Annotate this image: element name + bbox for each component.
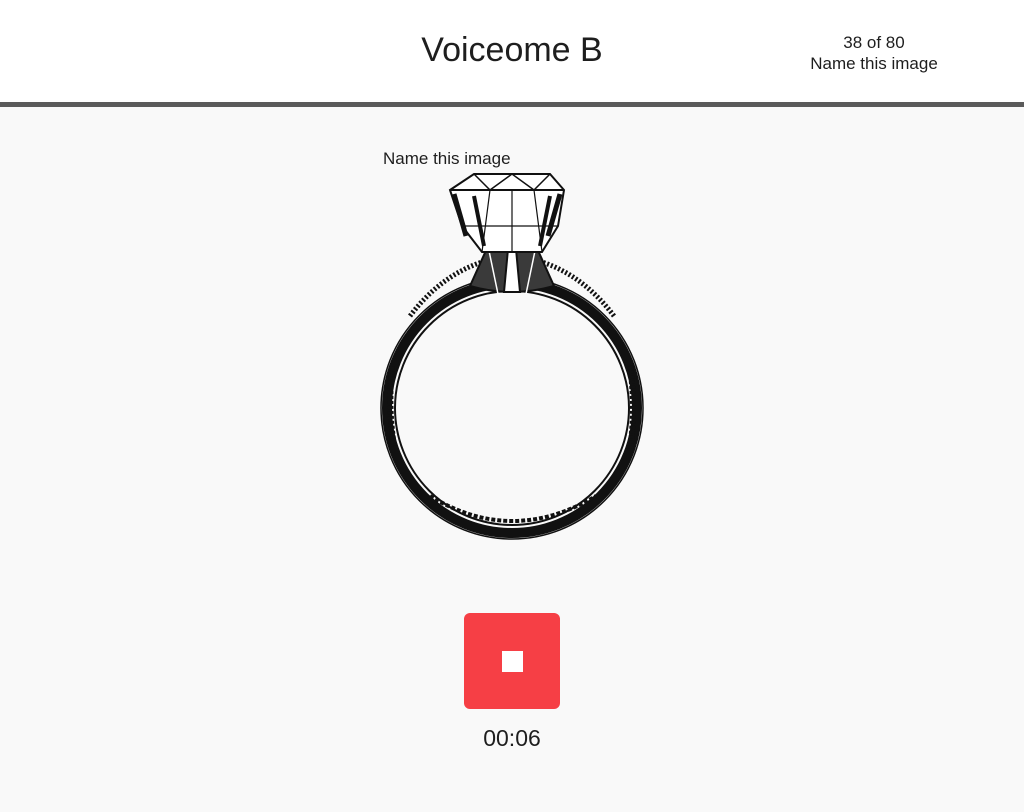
progress-indicator: 38 of 80 Name this image bbox=[794, 32, 954, 74]
ring-gem bbox=[448, 173, 566, 253]
progress-count: 38 of 80 bbox=[843, 33, 905, 52]
app-header: Voiceome B 38 of 80 Name this image bbox=[0, 0, 1024, 107]
task-label: Name this image bbox=[810, 54, 938, 73]
prompt-label: Name this image bbox=[383, 149, 511, 168]
ring-band bbox=[380, 259, 644, 540]
stop-icon bbox=[502, 651, 523, 672]
recording-timer: 00:06 bbox=[483, 725, 541, 751]
stop-recording-button[interactable] bbox=[464, 613, 560, 709]
engagement-ring-icon bbox=[380, 173, 644, 540]
